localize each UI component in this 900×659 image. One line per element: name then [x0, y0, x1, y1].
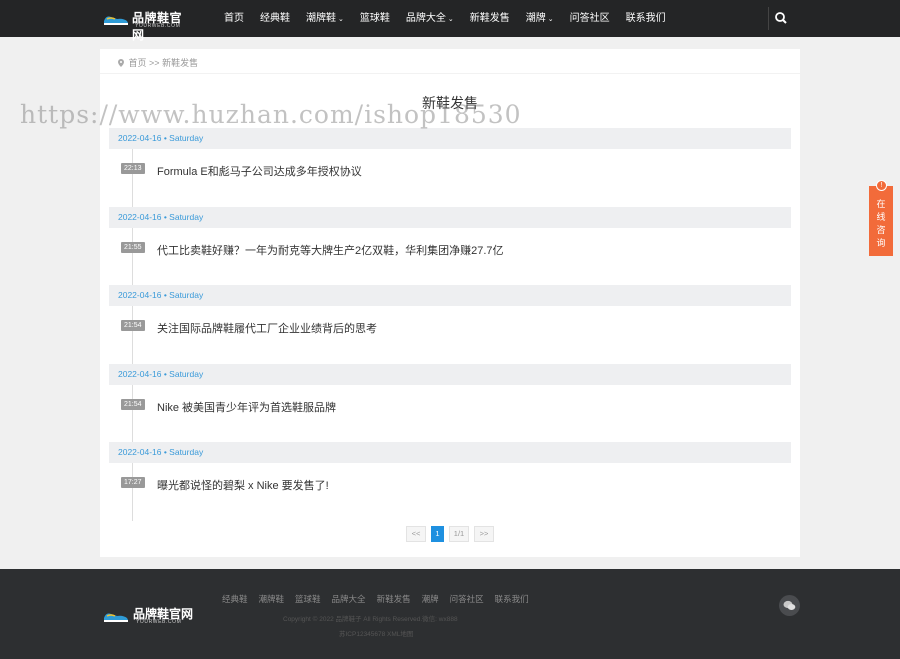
article-group: 2022-04-16 • Saturday 17:27 曝光都说怪的碧梨 x Nik…: [109, 442, 791, 521]
breadcrumb-separator: >>: [149, 58, 160, 68]
article-title-link[interactable]: Formula E和彪马子公司达成多年授权协议: [157, 163, 362, 179]
nav-item-1[interactable]: 首页: [216, 0, 252, 37]
footer-link[interactable]: 篮球鞋: [295, 593, 326, 605]
nav-item-7[interactable]: 潮牌 ⌄: [518, 0, 562, 37]
breadcrumb-current[interactable]: 新鞋发售: [162, 58, 198, 68]
chevron-down-icon: ⌄: [338, 16, 344, 23]
time-badge: 21:55: [121, 241, 145, 253]
article-title-link[interactable]: 关注国际品牌鞋履代工厂企业业绩背后的思考: [157, 320, 377, 336]
footer-link[interactable]: 品牌大全: [332, 593, 371, 605]
article-title-link[interactable]: 代工比卖鞋好赚？一年为耐克等大牌生产2亿双鞋，华利集团净赚27.7亿: [157, 242, 504, 258]
search-icon: [775, 12, 787, 24]
time-badge: 22:13: [121, 163, 145, 174]
pagination-next[interactable]: >>: [474, 526, 494, 542]
consult-char: 线: [876, 212, 886, 222]
date-header: 2022-04-16 • Saturday: [109, 442, 791, 463]
footer-link[interactable]: 潮牌: [422, 593, 444, 605]
nav-item-9[interactable]: 联系我们: [618, 0, 674, 37]
nav-item-8[interactable]: 问答社区: [562, 0, 618, 37]
time-badge: 21:54: [121, 398, 145, 410]
wechat-icon: [783, 600, 796, 610]
nav-item-3[interactable]: 潮牌鞋 ⌄: [298, 0, 352, 37]
chevron-down-icon: ⌄: [547, 16, 554, 23]
nav-item-4[interactable]: 篮球鞋: [352, 0, 398, 37]
footer-copyright: Copyright © 2022 品牌鞋子 All Rights Reserve…: [283, 616, 458, 623]
date-header: 2022-04-16 • Saturday: [109, 206, 791, 228]
date-header: 2022-04-16 • Saturday: [109, 128, 791, 149]
search-button[interactable]: [772, 9, 790, 27]
date-header: 2022-04-16 • Saturday: [109, 363, 791, 385]
location-pin-icon: [118, 59, 124, 67]
shoe-logo-icon: [104, 16, 128, 25]
footer: 品牌鞋官网 YOURWEB.COM 经典鞋 潮牌鞋 篮球鞋 品牌大全 新鞋发售 潮牌 问答社…: [0, 569, 900, 659]
list-item: 21:54 关注国际品牌鞋履代工厂企业业绩背后的思考: [109, 306, 791, 364]
footer-icp[interactable]: 苏ICP12345678 XML地图: [339, 628, 413, 638]
pagination-total: 1/1: [449, 526, 469, 542]
article-group: 2022-04-16 • Saturday 22:13 Formula E和彪马子公…: [109, 128, 791, 207]
watermark-url: https://www.huzhan.com/ishop18530: [20, 100, 522, 129]
online-consult-button[interactable]: ! 在线咨询: [869, 180, 893, 256]
nav-item-5[interactable]: 品牌大全 ⌄: [398, 0, 462, 37]
footer-link[interactable]: 联系我们: [495, 593, 534, 605]
footer-link[interactable]: 经典鞋: [222, 593, 253, 605]
site-logo[interactable]: 品牌鞋官网 YOURWEB.COM: [103, 8, 193, 42]
nav-item-label: 新鞋发售: [469, 13, 510, 24]
article-title-link[interactable]: Nike 被美国青少年评为首选鞋服品牌: [157, 399, 336, 415]
time-badge: 21:54: [121, 320, 145, 331]
consult-char: 询: [876, 238, 886, 248]
logo-subtext: YOURWEB.COM: [135, 23, 181, 29]
main-nav: 首页 经典鞋 潮牌鞋 ⌄ 篮球鞋 品牌大全 ⌄ 新鞋发售 潮牌 ⌄ 问答社区 联系我们: [216, 0, 674, 37]
list-item: 22:13 Formula E和彪马子公司达成多年授权协议: [109, 149, 791, 207]
nav-item-6[interactable]: 新鞋发售: [462, 0, 518, 37]
nav-item-label: 篮球鞋: [359, 13, 390, 24]
nav-item-label: 潮牌鞋: [306, 13, 336, 24]
nav-item-label: 首页: [224, 13, 244, 24]
article-group: 2022-04-16 • Saturday 21:55 代工比卖鞋好赚？一年为耐克等…: [109, 206, 791, 286]
pagination-prev[interactable]: <<: [406, 526, 426, 542]
pagination: << 1 1/1 >>: [406, 526, 494, 542]
footer-link[interactable]: 新鞋发售: [377, 593, 416, 605]
info-icon: !: [876, 180, 887, 191]
time-badge: 17:27: [121, 477, 145, 488]
nav-item-label: 品牌大全: [405, 13, 446, 24]
timeline-line: [132, 463, 133, 521]
timeline-line: [132, 306, 133, 364]
footer-logo-subtext: YOURWEB.COM: [136, 619, 182, 625]
consult-char: 在: [876, 199, 886, 209]
timeline-line: [132, 384, 133, 443]
list-item: 21:54 Nike 被美国青少年评为首选鞋服品牌: [109, 384, 791, 443]
wechat-button[interactable]: [779, 595, 800, 616]
nav-item-label: 问答社区: [569, 13, 610, 24]
footer-logo[interactable]: 品牌鞋官网 YOURWEB.COM: [103, 603, 195, 625]
article-group: 2022-04-16 • Saturday 21:54 Nike 被美国青少年评为首…: [109, 363, 791, 443]
timeline-line: [132, 227, 133, 286]
timeline-line: [132, 149, 133, 207]
breadcrumb-home[interactable]: 首页: [129, 58, 147, 68]
shoe-logo-icon: [104, 613, 128, 622]
nav-item-label: 经典鞋: [260, 13, 290, 24]
nav-item-label: 联系我们: [625, 13, 666, 24]
date-header: 2022-04-16 • Saturday: [109, 285, 791, 306]
consult-char: 咨: [876, 225, 886, 235]
pagination-current-page[interactable]: 1: [431, 526, 444, 542]
list-item: 21:55 代工比卖鞋好赚？一年为耐克等大牌生产2亿双鞋，华利集团净赚27.7亿: [109, 227, 791, 286]
list-item: 17:27 曝光都说怪的碧梨 x Nike 要发售了!: [109, 463, 791, 521]
breadcrumb: 首页 >> 新鞋发售: [118, 56, 198, 69]
nav-item-2[interactable]: 经典鞋: [252, 0, 298, 37]
footer-links: 经典鞋 潮牌鞋 篮球鞋 品牌大全 新鞋发售 潮牌 问答社区 联系我们: [222, 593, 540, 605]
article-group: 2022-04-16 • Saturday 21:54 关注国际品牌鞋履代工厂企业业…: [109, 285, 791, 364]
footer-link[interactable]: 问答社区: [450, 593, 489, 605]
top-nav-bar: 品牌鞋官网 YOURWEB.COM 首页 经典鞋 潮牌鞋 ⌄ 篮球鞋 品牌大全 ⌄ 新鞋发售潮…: [0, 0, 900, 42]
nav-divider: [768, 7, 769, 30]
divider: [100, 73, 800, 74]
article-title-link[interactable]: 曝光都说怪的碧梨 x Nike 要发售了!: [157, 477, 329, 493]
chevron-down-icon: ⌄: [447, 16, 454, 23]
online-consult-label: 在线咨询: [869, 198, 893, 250]
nav-item-label: 潮牌: [525, 13, 546, 24]
footer-link[interactable]: 潮牌鞋: [259, 593, 290, 605]
